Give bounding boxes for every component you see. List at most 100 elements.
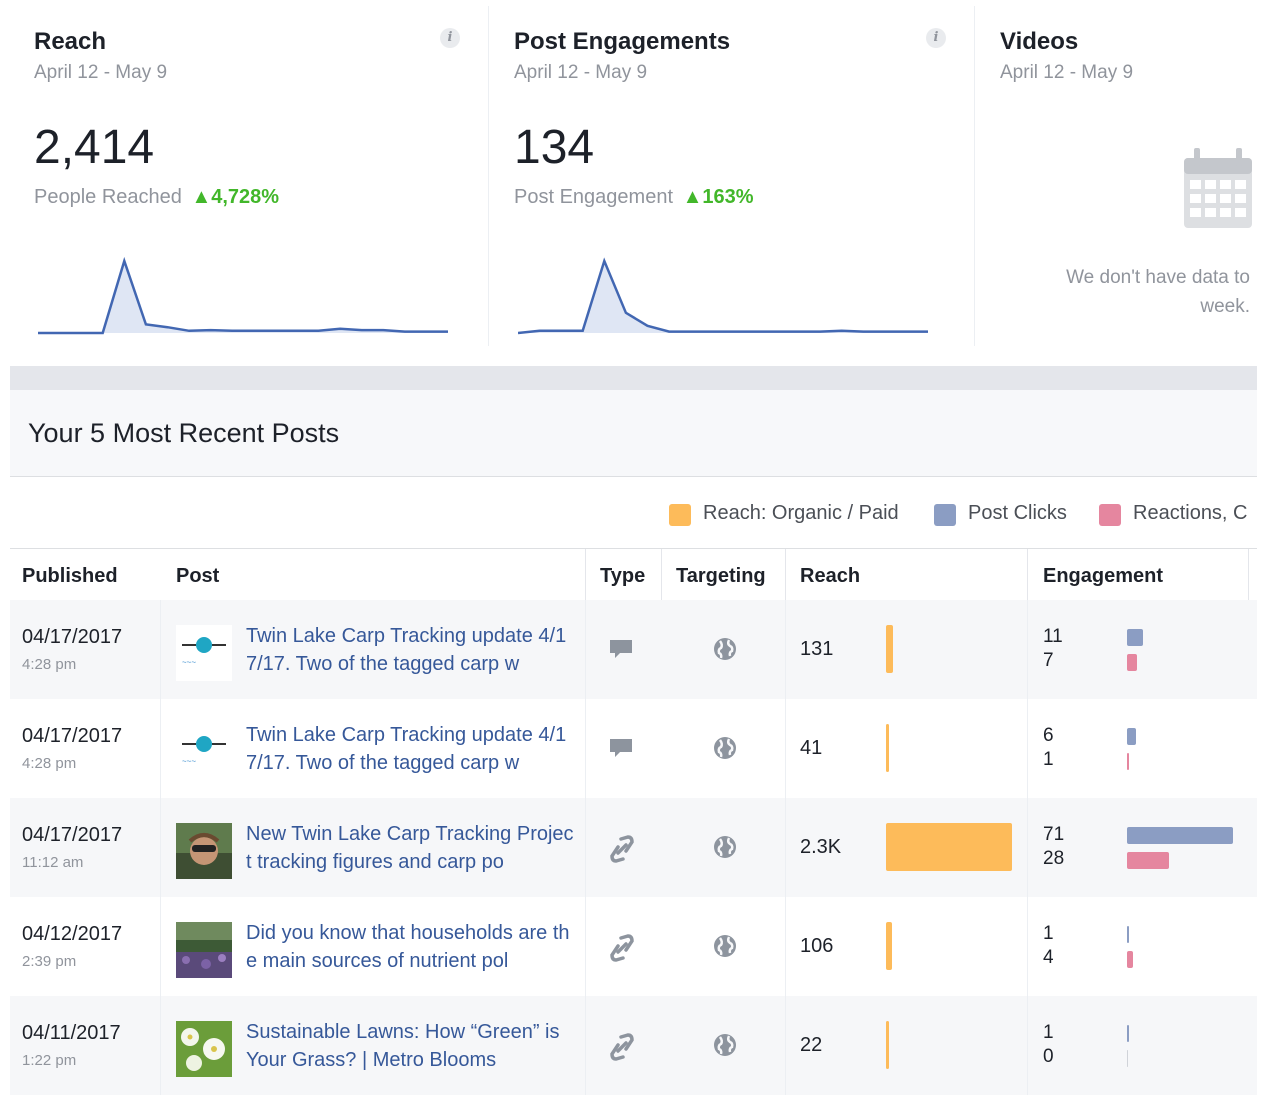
metric-label: Post Engagement ▲163% <box>514 186 754 209</box>
column-divider <box>1027 549 1028 601</box>
post-link[interactable]: New Twin Lake Carp Tracking Project trac… <box>246 820 576 878</box>
table-row[interactable]: 04/17/2017 11:12 am New Twin Lake Carp T… <box>10 798 1257 897</box>
post-date: 04/17/2017 <box>22 824 123 846</box>
table-row[interactable]: 04/12/2017 2:39 pm Did you know that hou… <box>10 897 1257 996</box>
reactions-legend-label: Reactions, C <box>1133 502 1248 524</box>
post-date: 04/11/2017 <box>22 1022 121 1044</box>
clicks-legend-label: Post Clicks <box>968 502 1067 524</box>
delta-badge: ▲163% <box>683 186 754 208</box>
svg-text:~~~: ~~~ <box>182 757 196 766</box>
card-date-range: April 12 - May 9 <box>1000 62 1134 83</box>
column-divider <box>785 798 786 897</box>
post-clicks-bar <box>1127 1025 1129 1042</box>
column-divider <box>785 897 786 996</box>
reactions-value: 0 <box>1043 1046 1054 1067</box>
column-targeting[interactable]: Targeting <box>676 565 766 588</box>
posts-table-header: Published Post Type Targeting Reach Enga… <box>10 548 1257 602</box>
column-divider <box>1027 897 1028 996</box>
link-icon <box>608 1032 636 1067</box>
post-time: 4:28 pm <box>22 656 77 673</box>
globe-icon <box>712 933 738 964</box>
table-row[interactable]: 04/11/2017 1:22 pm Sustainable Lawns: Ho… <box>10 996 1257 1095</box>
column-divider <box>585 549 586 601</box>
column-divider <box>160 996 161 1095</box>
post-thumbnail[interactable]: ~~~ <box>176 625 232 681</box>
reach-value: 2.3K <box>800 836 842 858</box>
sparkline-line <box>518 257 928 335</box>
videos-card[interactable]: Videos April 12 - May 9 We don't have da… <box>976 6 1257 346</box>
column-divider <box>585 699 586 798</box>
sparkline-line <box>38 256 448 335</box>
column-post[interactable]: Post <box>176 565 219 588</box>
reach-bar <box>886 823 1012 871</box>
post-clicks-bar <box>1127 728 1136 745</box>
delta-badge: ▲4,728% <box>191 186 279 208</box>
table-row[interactable]: 04/17/2017 4:28 pm ~~~ Twin Lake Carp Tr… <box>10 699 1257 798</box>
link-icon <box>608 933 636 968</box>
reach-legend-label: Reach: Organic / Paid <box>703 502 899 524</box>
post-clicks-value: 6 <box>1043 725 1054 746</box>
reactions-value: 4 <box>1043 947 1054 968</box>
post-date: 04/17/2017 <box>22 626 123 648</box>
post-thumbnail[interactable] <box>176 922 232 978</box>
column-engagement[interactable]: Engagement <box>1043 565 1163 588</box>
column-divider <box>585 600 586 699</box>
column-published[interactable]: Published <box>22 565 118 588</box>
column-divider <box>160 699 161 798</box>
post-link[interactable]: Sustainable Lawns: How “Green” is Your G… <box>246 1018 576 1076</box>
table-row[interactable]: 04/17/2017 4:28 pm ~~~ Twin Lake Carp Tr… <box>10 600 1257 699</box>
engagement-sparkline <box>518 257 928 335</box>
post-thumbnail[interactable] <box>176 1021 232 1077</box>
sparkline-area <box>518 261 928 333</box>
reach-sparkline <box>38 256 448 335</box>
metric-label: People Reached ▲4,728% <box>34 186 279 209</box>
reactions-bar <box>1127 1050 1128 1067</box>
info-icon[interactable]: i <box>440 28 460 48</box>
reactions-value: 7 <box>1043 650 1054 671</box>
delta-value: 4,728% <box>211 186 280 208</box>
column-divider <box>1027 996 1028 1095</box>
post-clicks-bar <box>1127 926 1129 943</box>
post-link[interactable]: Twin Lake Carp Tracking update 4/17/17. … <box>246 622 576 680</box>
column-divider <box>1027 600 1028 699</box>
reach-value: 131 <box>800 638 834 660</box>
card-date-range: April 12 - May 9 <box>34 62 168 83</box>
post-date: 04/12/2017 <box>22 923 123 945</box>
card-title: Reach <box>34 28 107 55</box>
column-divider <box>785 996 786 1095</box>
column-reach[interactable]: Reach <box>800 565 860 588</box>
metric-cards: Reach i April 12 - May 9 2,414 People Re… <box>10 0 1257 348</box>
reach-card[interactable]: Reach i April 12 - May 9 2,414 People Re… <box>10 6 489 346</box>
status-icon <box>608 735 634 766</box>
reach-bar <box>886 724 889 772</box>
no-data-message: We don't have data to week. <box>1066 267 1250 317</box>
globe-icon <box>712 1032 738 1063</box>
column-type[interactable]: Type <box>600 565 645 588</box>
reach-legend-swatch <box>669 504 691 526</box>
column-divider <box>661 549 662 601</box>
post-thumbnail[interactable] <box>176 823 232 879</box>
post-link[interactable]: Twin Lake Carp Tracking update 4/17/17. … <box>246 721 576 779</box>
card-title: Videos <box>1000 28 1079 55</box>
calendar-icon <box>1184 148 1252 228</box>
column-divider <box>1248 549 1249 601</box>
post-link[interactable]: Did you know that households are the mai… <box>246 919 576 977</box>
card-date-range: April 12 - May 9 <box>514 62 648 83</box>
reach-bar <box>886 922 892 970</box>
engagement-value: 134 <box>514 121 595 174</box>
post-thumbnail[interactable]: ~~~ <box>176 724 232 780</box>
up-arrow-icon: ▲ <box>191 186 212 208</box>
column-divider <box>785 549 786 601</box>
post-clicks-value: 1 <box>1043 1022 1054 1043</box>
reactions-bar <box>1127 852 1169 869</box>
card-title: Post Engagements <box>514 28 731 55</box>
post-engagements-card[interactable]: Post Engagements i April 12 - May 9 134 … <box>490 6 975 346</box>
globe-icon <box>712 636 738 667</box>
reactions-value: 28 <box>1043 848 1065 869</box>
column-divider <box>160 897 161 996</box>
reactions-value: 1 <box>1043 749 1054 770</box>
svg-text:~~~: ~~~ <box>182 658 196 667</box>
info-icon[interactable]: i <box>926 28 946 48</box>
globe-icon <box>712 834 738 865</box>
post-time: 1:22 pm <box>22 1052 77 1069</box>
